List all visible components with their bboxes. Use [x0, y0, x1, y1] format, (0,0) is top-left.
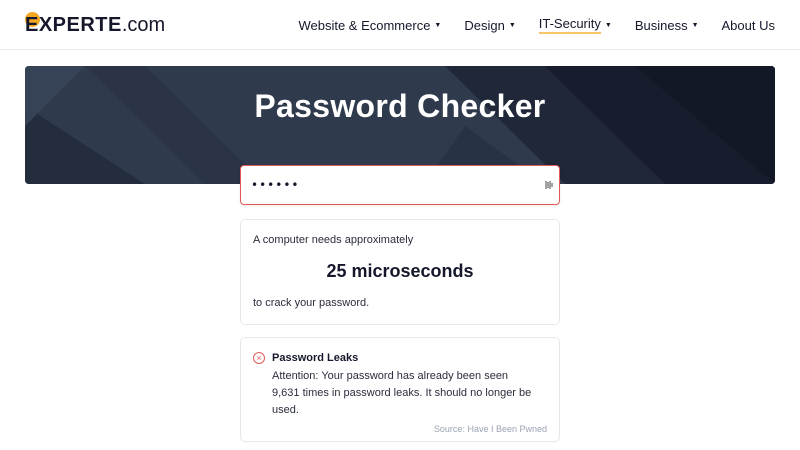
logo-domain: .com [121, 14, 166, 36]
site-header: EXPERTE .com Website & Ecommerce ▼ Desig… [0, 0, 800, 50]
crack-time-card: A computer needs approximately 25 micros… [240, 219, 560, 325]
password-input[interactable] [251, 166, 531, 204]
page-title: Password Checker [254, 88, 546, 124]
error-circle-icon: × [253, 352, 265, 364]
reveal-password-glyph [545, 181, 553, 189]
logo-text: EXPERTE [25, 14, 122, 36]
reveal-password-icon[interactable] [543, 179, 555, 191]
crack-time-suffix: to crack your password. [253, 297, 370, 309]
nav-label: Website & Ecommerce [298, 17, 431, 33]
nav-label: Business [634, 17, 688, 33]
chevron-down-icon: ▼ [508, 21, 516, 29]
password-field[interactable] [240, 165, 560, 205]
nav-business[interactable]: Business ▼ [635, 18, 699, 33]
nav-label: About Us [721, 17, 775, 33]
nav-website-ecommerce[interactable]: Website & Ecommerce ▼ [298, 18, 441, 33]
chevron-down-icon: ▼ [434, 21, 442, 29]
main-nav: Website & Ecommerce ▼ Design ▼ IT-Securi… [275, 0, 775, 50]
experte-logo[interactable]: EXPERTE .com [25, 12, 165, 38]
nav-it-security[interactable]: IT-Security ▼ [538, 16, 612, 34]
nav-about-us[interactable]: About Us [722, 18, 775, 33]
chevron-down-icon: ▼ [691, 21, 699, 29]
chevron-down-icon: ▼ [604, 21, 612, 29]
leaks-title: Password Leaks [272, 352, 359, 364]
leaks-message: Attention: Your password has already bee… [272, 370, 532, 416]
nav-label: IT-Security [538, 16, 601, 34]
nav-design[interactable]: Design ▼ [464, 18, 515, 33]
crack-time-value: 25 microseconds [326, 261, 474, 281]
password-leaks-card: × Password Leaks Attention: Your passwor… [240, 337, 560, 442]
crack-time-prefix: A computer needs approximately [253, 234, 414, 246]
leaks-source[interactable]: Source: Have I Been Pwned [434, 424, 547, 434]
nav-label: Design [464, 17, 505, 33]
